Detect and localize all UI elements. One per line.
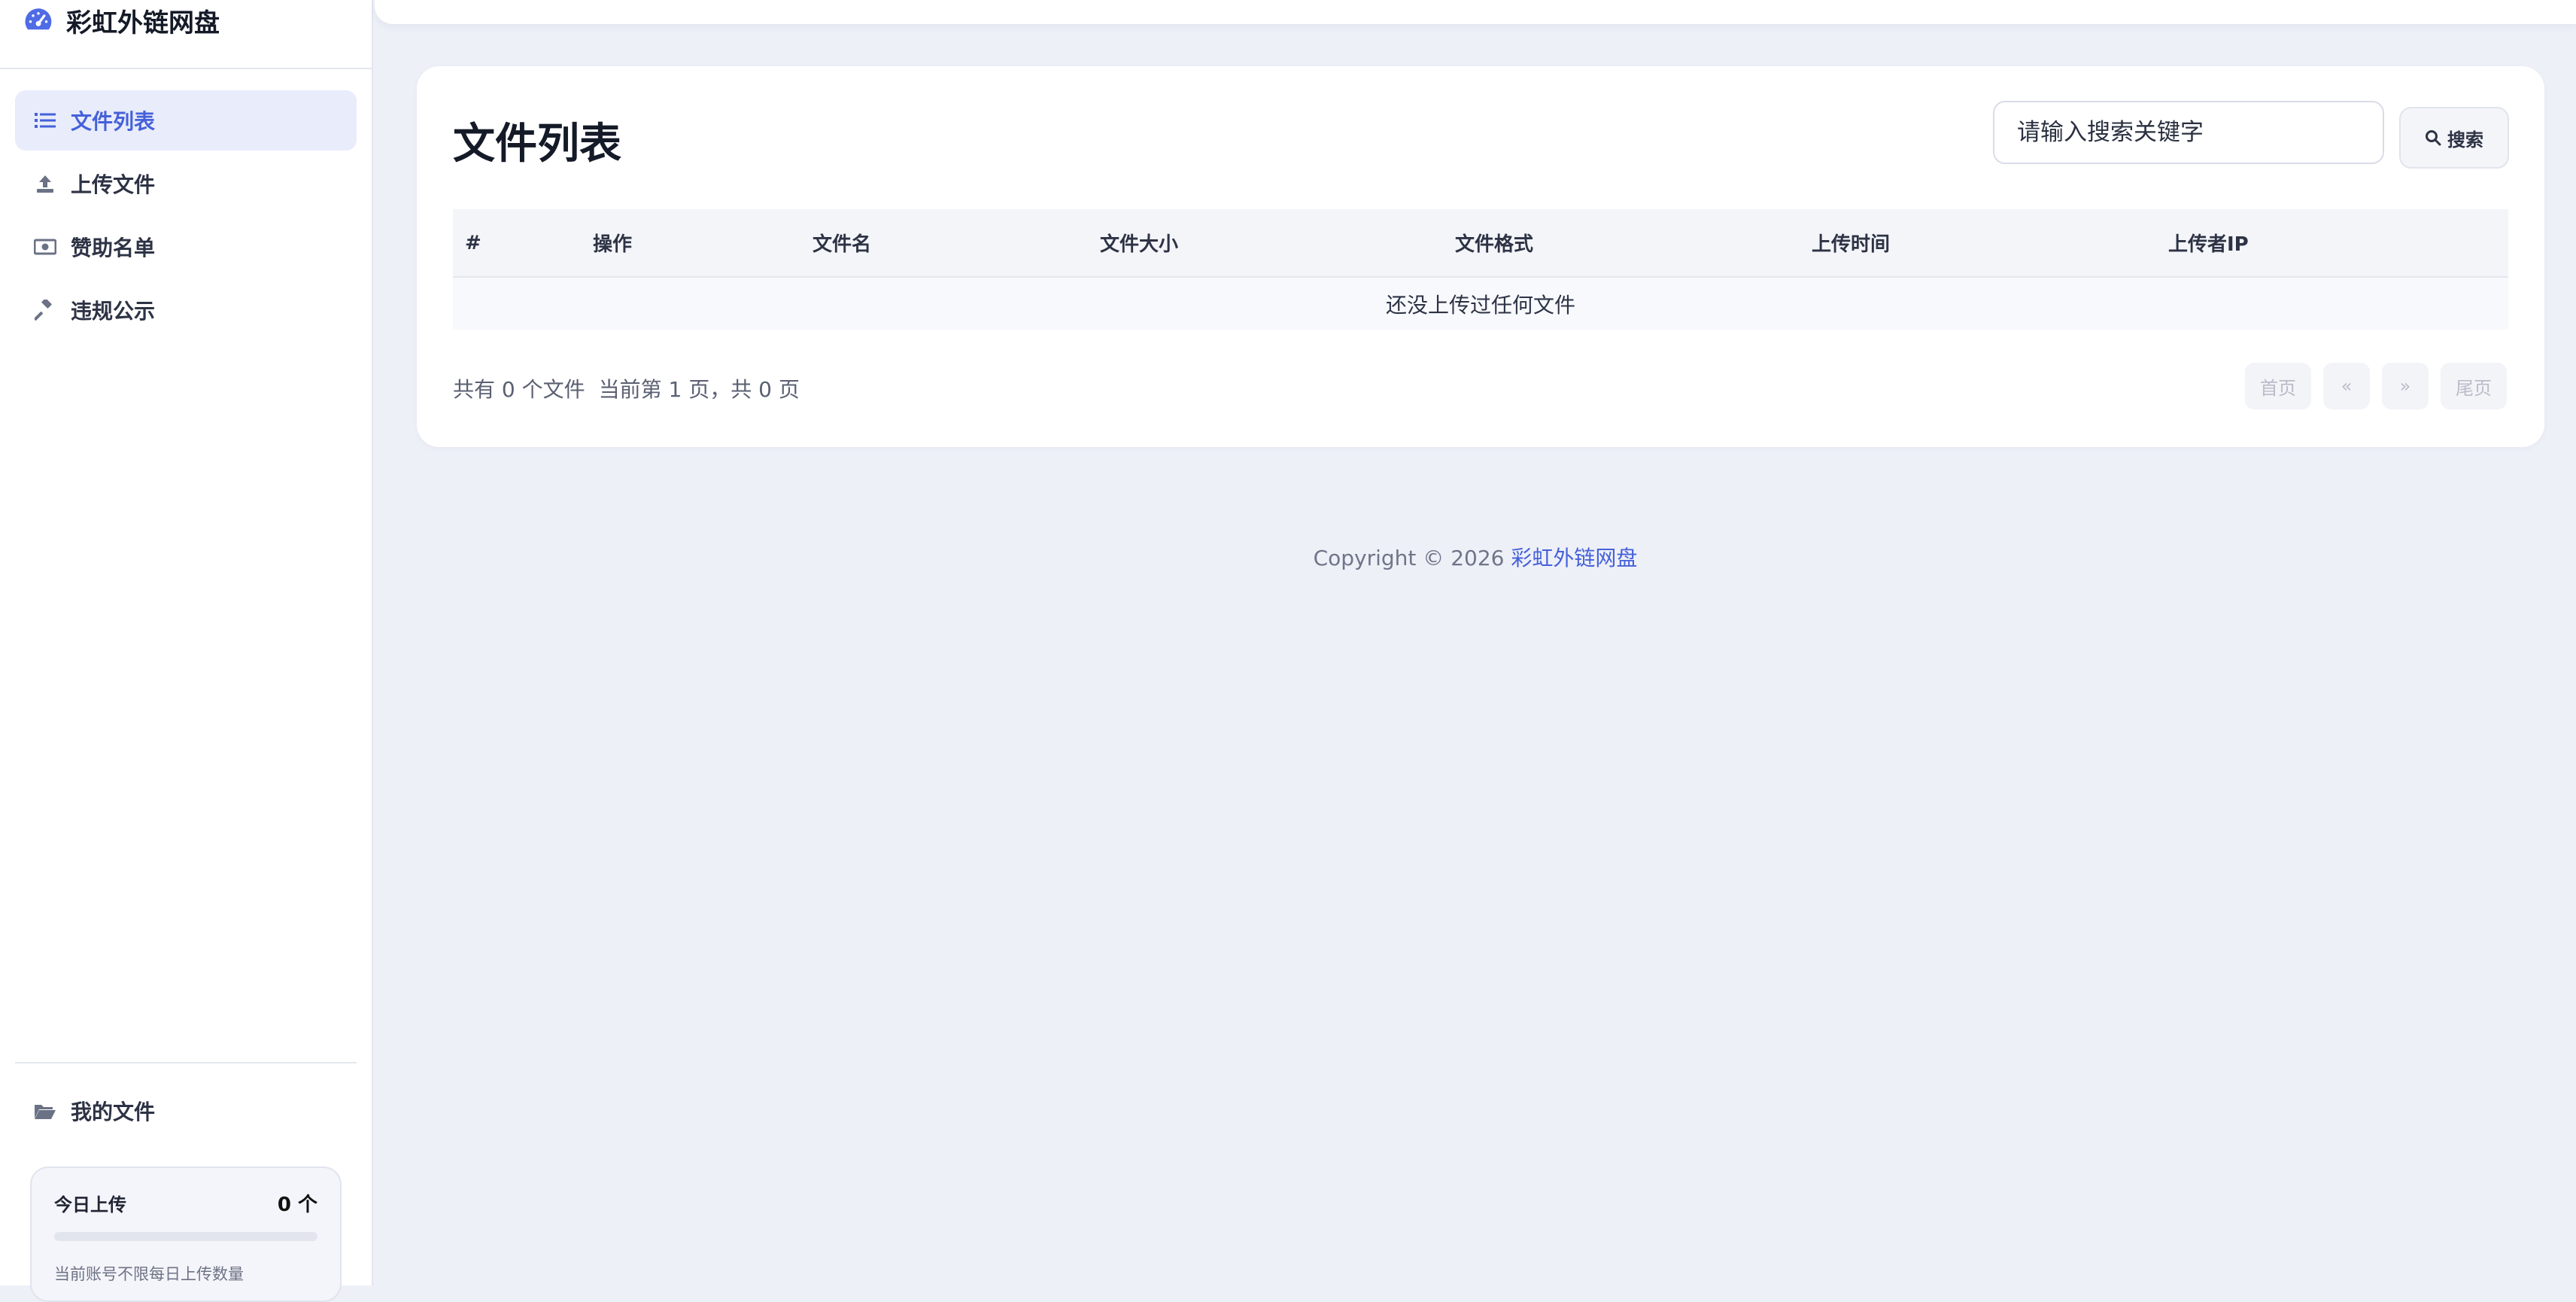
folder-open-icon	[33, 1099, 57, 1123]
total-files-text: 共有 0 个文件	[453, 377, 585, 402]
upload-icon	[33, 172, 57, 196]
footer-home-link[interactable]: 彩虹外链网盘	[1511, 546, 1637, 570]
search-input[interactable]	[1993, 101, 2384, 164]
sidebar: 彩虹外链网盘 文件列表 上传文件 赞助名单 违规公示 我的文件 今日上传 0 个…	[0, 0, 373, 1302]
first-page-button[interactable]: 首页	[2245, 363, 2311, 409]
sidebar-item-upload[interactable]: 上传文件	[15, 154, 357, 214]
file-list-card: 文件列表 搜索 # 操作 文件名 文件大小 文件格式 上传时间 上传者IP 还没…	[417, 66, 2544, 447]
brand-name: 彩虹外链网盘	[66, 8, 220, 38]
copyright-text: Copyright © 2026	[1313, 546, 1505, 570]
list-icon	[33, 108, 57, 132]
upload-stats-value: 0 个	[277, 1194, 317, 1216]
next-page-button[interactable]: »	[2382, 363, 2429, 409]
sidebar-item-label: 上传文件	[71, 172, 156, 197]
upload-progress-bar	[54, 1232, 317, 1241]
column-header-filename: 文件名	[800, 209, 1088, 278]
divider	[0, 68, 373, 69]
page-title: 文件列表	[453, 120, 621, 169]
column-header-actions: 操作	[581, 209, 800, 278]
sidebar-item-file-list[interactable]: 文件列表	[15, 90, 357, 151]
pagination: 首页 « » 尾页	[2245, 363, 2507, 409]
table-summary: 共有 0 个文件 当前第 1 页，共 0 页	[453, 373, 813, 403]
sidebar-item-sponsors[interactable]: 赞助名单	[15, 217, 357, 277]
sidebar-item-label: 违规公示	[71, 299, 156, 324]
prev-page-button[interactable]: «	[2323, 363, 2370, 409]
column-header-uploader-ip: 上传者IP	[2156, 209, 2508, 278]
last-page-button[interactable]: 尾页	[2441, 363, 2507, 409]
search-button[interactable]: 搜索	[2399, 107, 2509, 169]
divider	[15, 1062, 357, 1063]
footer: Copyright © 2026 彩虹外链网盘	[375, 542, 2576, 572]
search-button-label: 搜索	[2447, 129, 2483, 151]
sidebar-item-label: 赞助名单	[71, 236, 156, 260]
column-header-format: 文件格式	[1443, 209, 1800, 278]
upload-stats-row: 今日上传 0 个	[54, 1189, 317, 1217]
money-icon	[33, 235, 57, 259]
page-info-text: 当前第 1 页，共 0 页	[598, 377, 800, 402]
sidebar-item-label: 我的文件	[71, 1100, 156, 1124]
sidebar-item-violations[interactable]: 违规公示	[15, 280, 357, 340]
sidebar-item-label: 文件列表	[71, 109, 156, 134]
upload-stats-note: 当前账号不限每日上传数量	[54, 1265, 244, 1283]
upload-stats-card: 今日上传 0 个 当前账号不限每日上传数量	[30, 1167, 342, 1302]
top-header	[375, 0, 2576, 24]
sidebar-item-my-files[interactable]: 我的文件	[15, 1081, 357, 1141]
column-header-filesize: 文件大小	[1088, 209, 1443, 278]
sidebar-nav: 文件列表 上传文件 赞助名单 违规公示	[15, 90, 357, 343]
table-header-row: # 操作 文件名 文件大小 文件格式 上传时间 上传者IP	[453, 209, 2508, 278]
gavel-icon	[33, 298, 57, 322]
search-icon	[2426, 130, 2441, 146]
column-header-upload-time: 上传时间	[1800, 209, 2156, 278]
empty-state-text: 还没上传过任何文件	[453, 277, 2508, 330]
file-table: # 操作 文件名 文件大小 文件格式 上传时间 上传者IP 还没上传过任何文件	[453, 209, 2508, 330]
upload-stats-title: 今日上传	[54, 1194, 126, 1215]
column-header-index: #	[453, 209, 581, 278]
table-row: 还没上传过任何文件	[453, 277, 2508, 330]
gauge-icon	[25, 8, 52, 30]
brand[interactable]: 彩虹外链网盘	[23, 0, 220, 41]
